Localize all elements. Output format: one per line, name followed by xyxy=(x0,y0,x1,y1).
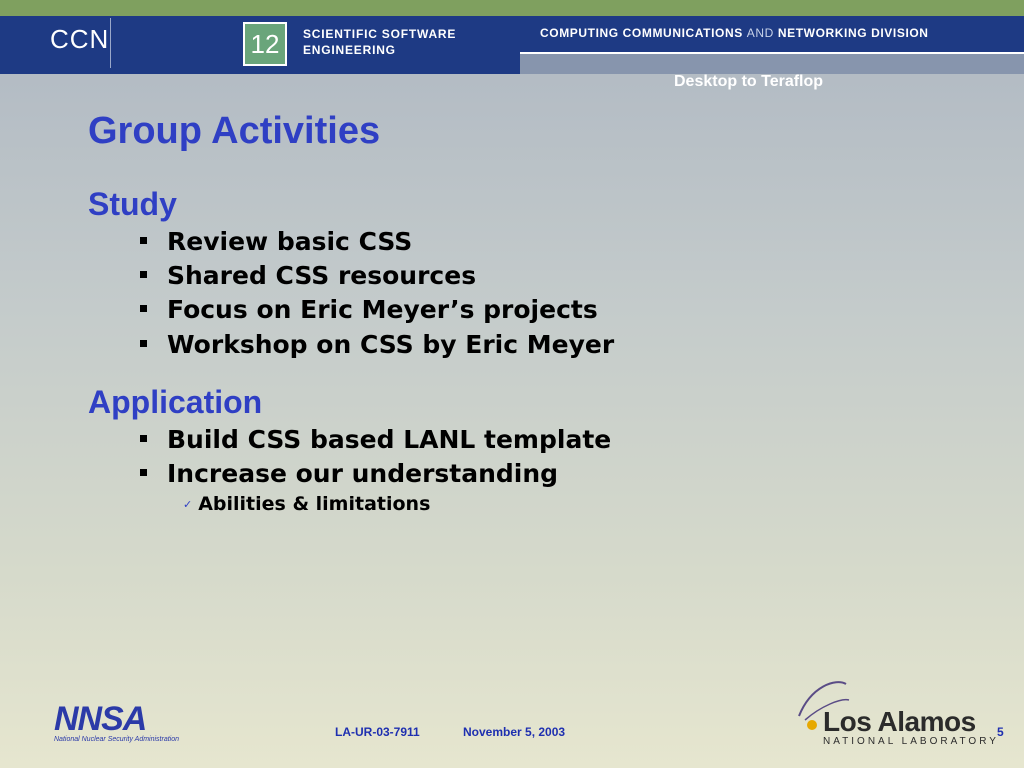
square-bullet-icon xyxy=(140,434,147,442)
bullet-item: Shared CSS resources xyxy=(140,261,476,290)
square-bullet-icon xyxy=(140,304,147,312)
top-accent-strip xyxy=(0,0,1024,16)
nnsa-caption: National Nuclear Security Administration xyxy=(54,736,180,743)
bullet-item: Review basic CSS xyxy=(140,227,412,256)
checkmark-icon: ✓ xyxy=(183,498,193,511)
square-bullet-icon xyxy=(140,468,147,476)
document-id: LA-UR-03-7911 xyxy=(335,725,420,739)
bullet-text: Increase our understanding xyxy=(167,459,559,488)
sub-bullet-item: ✓ Abilities & limitations xyxy=(183,493,430,515)
slide-date: November 5, 2003 xyxy=(463,725,566,739)
section-heading-application: Application xyxy=(88,384,263,420)
section-heading-study: Study xyxy=(88,186,177,222)
bullet-item: Build CSS based LANL template xyxy=(140,425,611,454)
division-name-part1: COMPUTING COMMUNICATIONS xyxy=(540,26,747,40)
division-name-part2: NETWORKING DIVISION xyxy=(773,26,929,40)
group-name-line2: ENGINEERING xyxy=(303,43,396,57)
square-bullet-icon xyxy=(140,270,147,278)
division-name: COMPUTING COMMUNICATIONS AND NETWORKING … xyxy=(540,26,929,40)
ccn-logo: CCN xyxy=(50,24,110,54)
nnsa-wordmark: NNSA xyxy=(54,700,147,738)
bullet-text: Build CSS based LANL template xyxy=(167,425,612,454)
group-name: SCIENTIFIC SOFTWARE ENGINEERING xyxy=(303,26,456,58)
lanl-subtitle: NATIONAL LABORATORY xyxy=(823,736,999,747)
lanl-wordmark: Los Alamos xyxy=(823,706,976,737)
square-bullet-icon xyxy=(140,236,147,244)
ccn-divider xyxy=(110,18,111,68)
division-name-and: AND xyxy=(746,26,774,40)
los-alamos-logo: Los Alamos NATIONAL LABORATORY xyxy=(785,676,996,748)
logo-dot xyxy=(807,720,817,730)
group-name-line1: SCIENTIFIC SOFTWARE xyxy=(303,27,457,41)
square-bullet-icon xyxy=(140,339,147,347)
slide-header: CCN 12 SCIENTIFIC SOFTWARE ENGINEERING C… xyxy=(0,16,1024,90)
tagline: Desktop to Teraflop xyxy=(674,73,824,90)
bullet-item: Increase our understanding xyxy=(140,459,558,488)
group-12-logo: 12 xyxy=(243,22,287,66)
bullet-text: Workshop on CSS by Eric Meyer xyxy=(167,330,615,359)
bullet-text: Review basic CSS xyxy=(167,227,413,256)
page-number: 5 xyxy=(997,725,1004,739)
bullet-text: Shared CSS resources xyxy=(167,261,477,290)
bullet-item: Workshop on CSS by Eric Meyer xyxy=(140,330,614,359)
bullet-item: Focus on Eric Meyer’s projects xyxy=(140,295,598,324)
nnsa-logo: NNSA National Nuclear Security Administr… xyxy=(54,700,194,746)
slide-title: Group Activities xyxy=(88,110,381,152)
header-tagline-band xyxy=(520,54,1024,74)
sub-bullet-text: Abilities & limitations xyxy=(198,493,431,515)
bullet-text: Focus on Eric Meyer’s projects xyxy=(167,295,598,324)
